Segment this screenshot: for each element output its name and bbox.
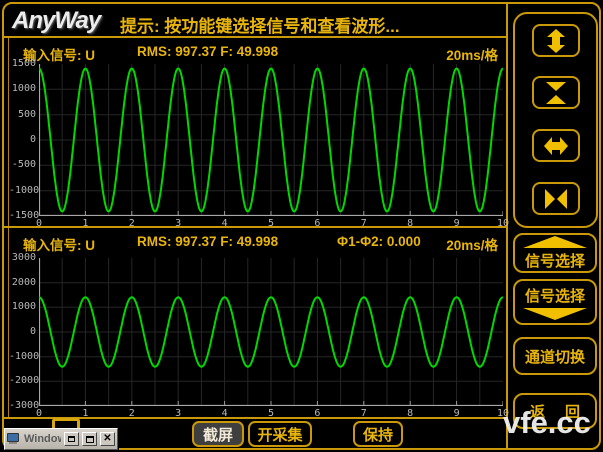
window-title: Windows ... xyxy=(24,433,61,445)
hold-label: 保持 xyxy=(363,424,393,445)
screenshot-button[interactable]: 截屏 xyxy=(192,421,244,447)
close-button[interactable]: ✕ xyxy=(100,432,115,446)
screenshot-label: 截屏 xyxy=(203,424,233,445)
y-axis-tick-label: -1500 xyxy=(9,210,36,221)
waveform-panel-top: 输入信号: U RMS: 997.37 F: 49.998 20ms/格 150… xyxy=(9,38,506,226)
y-axis-tick-label: -2000 xyxy=(9,375,36,386)
expand-vertical-icon xyxy=(543,29,569,53)
restore-button[interactable] xyxy=(64,432,79,446)
y-axis-tick-label: 1000 xyxy=(9,301,36,312)
computer-icon xyxy=(7,433,21,445)
signal-select-up-label: 信号选择 xyxy=(525,250,585,271)
y-axis-tick-label: 1000 xyxy=(9,83,36,94)
rms-frequency-readout: RMS: 997.37 F: 49.998 xyxy=(137,44,278,59)
waveform-panel-bottom: 输入信号: U RMS: 997.37 F: 49.998 Φ1-Φ2: 0.0… xyxy=(9,228,506,417)
vfe-watermark: vfe.cc xyxy=(503,405,591,441)
signal-select-down-button[interactable]: 信号选择 xyxy=(513,279,597,325)
hint-text: 提示: 按功能键选择信号和查看波形... xyxy=(120,12,400,37)
start-acquisition-label: 开采集 xyxy=(257,424,302,445)
maximize-button[interactable] xyxy=(82,432,97,446)
windows-titlebar[interactable]: Windows ... ✕ xyxy=(4,428,118,450)
hold-button[interactable]: 保持 xyxy=(353,421,403,447)
close-icon: ✕ xyxy=(103,434,111,444)
channel-switch-label: 通道切换 xyxy=(525,346,585,367)
y-axis-tick-label: -3000 xyxy=(9,400,36,411)
y-axis-tick-label: -1000 xyxy=(9,185,36,196)
compress-vertical-button[interactable] xyxy=(532,76,580,109)
triangle-down-icon xyxy=(523,308,587,320)
phase-readout: Φ1-Φ2: 0.000 xyxy=(337,234,421,249)
y-axis-tick-label: -500 xyxy=(9,159,36,170)
triangle-up-icon xyxy=(523,236,587,248)
y-axis-tick-label: 0 xyxy=(9,134,36,145)
channel-switch-button[interactable]: 通道切换 xyxy=(513,337,597,375)
y-axis-tick-label: -1000 xyxy=(9,351,36,362)
waveform-chart-bottom xyxy=(39,258,503,406)
expand-vertical-button[interactable] xyxy=(532,24,580,57)
compress-horizontal-icon xyxy=(543,187,569,211)
timebase-label: 20ms/格 xyxy=(446,44,498,64)
y-axis-tick-label: 500 xyxy=(9,109,36,120)
expand-horizontal-button[interactable] xyxy=(532,129,580,162)
expand-horizontal-icon xyxy=(543,134,569,158)
oscilloscope-screen: { "window": { "logo": "AnyWay", "title":… xyxy=(0,0,603,452)
start-acquisition-button[interactable]: 开采集 xyxy=(248,421,312,447)
zoom-button-group xyxy=(513,12,598,228)
rms-frequency-readout: RMS: 997.37 F: 49.998 xyxy=(137,234,278,249)
signal-label: 输入信号: U xyxy=(23,44,95,64)
signal-select-up-button[interactable]: 信号选择 xyxy=(513,233,597,273)
signal-select-down-label: 信号选择 xyxy=(525,285,585,306)
compress-vertical-icon xyxy=(543,81,569,105)
restore-icon xyxy=(68,436,75,442)
compress-horizontal-button[interactable] xyxy=(532,182,580,215)
y-axis-tick-label: 2000 xyxy=(9,277,36,288)
timebase-label: 20ms/格 xyxy=(446,234,498,254)
waveform-chart-top xyxy=(39,64,503,216)
y-axis-tick-label: 0 xyxy=(9,326,36,337)
signal-label: 输入信号: U xyxy=(23,234,95,254)
anyway-logo: AnyWay xyxy=(12,7,100,35)
maximize-icon xyxy=(86,436,94,443)
